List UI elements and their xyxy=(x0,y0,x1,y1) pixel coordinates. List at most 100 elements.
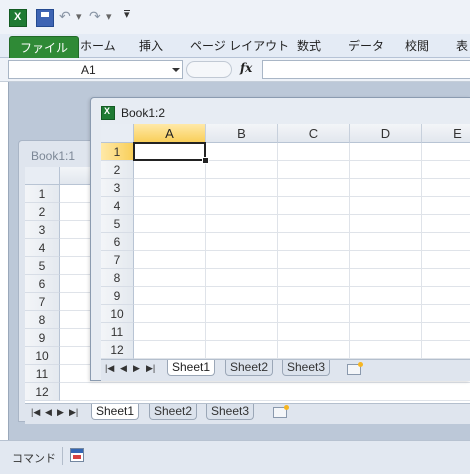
tab-file[interactable]: ファイル xyxy=(9,36,80,60)
prev-sheet-nav-icon[interactable]: ◀ xyxy=(120,363,127,374)
sheet-tab-sheet3[interactable]: Sheet3 xyxy=(282,360,331,376)
status-bar: コマンド xyxy=(0,440,470,474)
window-title: Book1:1 xyxy=(31,149,76,163)
sheet-tab-sheet2[interactable]: Sheet2 xyxy=(225,360,274,376)
gridline xyxy=(134,286,470,287)
column-header-a[interactable]: A xyxy=(134,124,206,143)
insert-sheet-icon[interactable] xyxy=(273,405,289,418)
redo-dropdown-icon[interactable]: ▾ xyxy=(106,10,112,23)
gridline xyxy=(205,143,206,359)
row-header[interactable]: 5 xyxy=(101,215,134,233)
sheet-tab-sheet1[interactable]: Sheet1 xyxy=(167,360,216,376)
row-header[interactable]: 4 xyxy=(25,239,60,257)
prev-sheet-nav-icon[interactable]: ◀ xyxy=(45,407,52,418)
row-header[interactable]: 10 xyxy=(101,305,134,323)
row-header[interactable]: 8 xyxy=(25,311,60,329)
row-header[interactable]: 7 xyxy=(25,293,60,311)
insert-function-button[interactable]: fx xyxy=(240,61,252,75)
gridline xyxy=(349,143,350,359)
gridline xyxy=(134,340,470,341)
sheet-tab-bar: |◀ ◀ ▶ ▶| Sheet1 Sheet2 Sheet3 xyxy=(101,359,470,381)
first-sheet-nav-icon[interactable]: |◀ xyxy=(105,363,114,374)
column-header-c[interactable]: C xyxy=(278,124,350,143)
name-box-value: A1 xyxy=(81,63,96,77)
select-all-corner[interactable] xyxy=(101,124,134,143)
gridline xyxy=(134,322,470,323)
tab-page-layout[interactable]: ページ レイアウト xyxy=(190,34,289,58)
formula-bar: A1 fx xyxy=(0,58,470,82)
excel-workbook-icon xyxy=(101,106,115,120)
row-header[interactable]: 4 xyxy=(101,197,134,215)
gridline xyxy=(134,214,470,215)
first-sheet-nav-icon[interactable]: |◀ xyxy=(31,407,40,418)
customize-qat-button[interactable]: ▾ xyxy=(124,10,130,21)
tab-view[interactable]: 表 xyxy=(456,34,468,58)
formula-input[interactable] xyxy=(262,60,470,79)
column-header-b[interactable]: B xyxy=(206,124,278,143)
row-header[interactable]: 3 xyxy=(25,221,60,239)
gridline xyxy=(421,143,422,359)
gridline xyxy=(134,304,470,305)
undo-icon[interactable]: ↶ xyxy=(58,8,76,27)
active-cell[interactable] xyxy=(133,142,206,161)
row-header[interactable]: 12 xyxy=(25,383,60,401)
window-title: Book1:2 xyxy=(121,106,166,120)
sheet-tab-sheet1[interactable]: Sheet1 xyxy=(91,404,140,420)
row-header[interactable]: 8 xyxy=(101,269,134,287)
row-header[interactable]: 2 xyxy=(101,161,134,179)
workbook-window-2[interactable]: Book1:2 ABCDE123456789101112 |◀ ◀ ▶ ▶| S… xyxy=(90,97,470,381)
last-sheet-nav-icon[interactable]: ▶| xyxy=(69,407,78,418)
row-header[interactable]: 10 xyxy=(25,347,60,365)
excel-app-icon[interactable]: X xyxy=(9,9,27,27)
gridline xyxy=(277,143,278,359)
gridline xyxy=(60,400,470,401)
status-separator xyxy=(62,447,63,465)
gridline xyxy=(134,268,470,269)
row-header[interactable]: 2 xyxy=(25,203,60,221)
sheet-tab-sheet3[interactable]: Sheet3 xyxy=(206,404,255,420)
gridline xyxy=(60,382,470,383)
row-header[interactable]: 11 xyxy=(101,323,134,341)
next-sheet-nav-icon[interactable]: ▶ xyxy=(57,407,64,418)
name-box[interactable]: A1 xyxy=(8,60,183,79)
ribbon-tab-bar: ファイル ホーム 挿入 ページ レイアウト 数式 データ 校閲 表 xyxy=(0,34,470,60)
row-header[interactable]: 5 xyxy=(25,257,60,275)
tab-insert[interactable]: 挿入 xyxy=(139,34,163,58)
tab-formulas[interactable]: 数式 xyxy=(297,34,321,58)
insert-sheet-icon[interactable] xyxy=(347,362,363,375)
tab-review[interactable]: 校閲 xyxy=(405,34,429,58)
status-mode: コマンド xyxy=(12,453,56,465)
row-header[interactable]: 6 xyxy=(25,275,60,293)
quick-access-toolbar: X ↶ ▾ ↷ ▾ ▾ xyxy=(0,0,470,34)
column-header-d[interactable]: D xyxy=(350,124,422,143)
gridline xyxy=(134,196,470,197)
sheet-tab-bar: |◀ ◀ ▶ ▶| Sheet1 Sheet2 Sheet3 xyxy=(25,403,470,424)
macro-record-icon[interactable] xyxy=(70,448,84,462)
save-icon[interactable] xyxy=(36,9,54,27)
select-all-corner[interactable] xyxy=(25,167,60,185)
worksheet-grid: A B C D E 1 2 3 4 5 6 7 8 9 10 11 12 xyxy=(101,124,470,359)
chevron-down-icon[interactable] xyxy=(172,68,180,72)
row-header[interactable]: 1 xyxy=(101,143,134,161)
last-sheet-nav-icon[interactable]: ▶| xyxy=(146,363,155,374)
fill-handle[interactable] xyxy=(202,157,209,164)
sheet-tab-sheet2[interactable]: Sheet2 xyxy=(149,404,198,420)
row-header[interactable]: 6 xyxy=(101,233,134,251)
gridline xyxy=(134,178,470,179)
gridline xyxy=(134,232,470,233)
gridline xyxy=(134,250,470,251)
tab-data[interactable]: データ xyxy=(348,34,384,58)
row-header[interactable]: 7 xyxy=(101,251,134,269)
row-header[interactable]: 11 xyxy=(25,365,60,383)
column-header-e[interactable]: E xyxy=(422,124,470,143)
undo-dropdown-icon[interactable]: ▾ xyxy=(76,10,82,23)
row-header[interactable]: 12 xyxy=(101,341,134,359)
row-header[interactable]: 1 xyxy=(25,185,60,203)
formula-bar-splitter[interactable] xyxy=(186,61,232,78)
tab-home[interactable]: ホーム xyxy=(80,34,116,58)
next-sheet-nav-icon[interactable]: ▶ xyxy=(133,363,140,374)
row-header[interactable]: 9 xyxy=(101,287,134,305)
row-header[interactable]: 3 xyxy=(101,179,134,197)
row-header[interactable]: 9 xyxy=(25,329,60,347)
redo-icon[interactable]: ↷ xyxy=(88,8,106,27)
